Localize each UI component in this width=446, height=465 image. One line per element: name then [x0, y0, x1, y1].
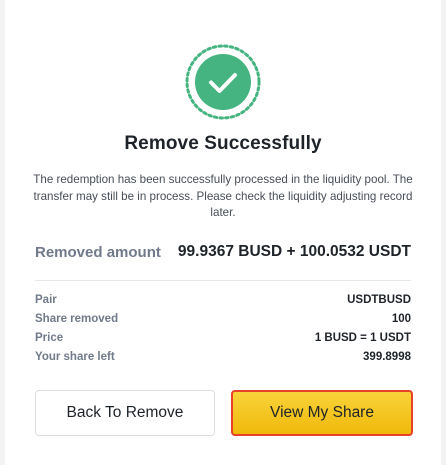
detail-value: 399.8998 — [363, 351, 411, 363]
detail-label: Your share left — [35, 351, 115, 363]
view-my-share-button[interactable]: View My Share — [231, 390, 413, 436]
removed-amount-value: 99.9367 BUSD + 100.0532 USDT — [177, 243, 411, 260]
detail-value: 100 — [391, 313, 411, 325]
detail-row-share-removed: Share removed 100 — [35, 313, 411, 332]
detail-row-price: Price 1 BUSD = 1 USDT — [35, 332, 411, 351]
back-to-remove-button[interactable]: Back To Remove — [35, 390, 215, 436]
detail-row-pair: Pair USDTBUSD — [35, 294, 411, 313]
dialog-description: The redemption has been successfully pro… — [33, 173, 413, 219]
removed-amount-label: Removed amount — [35, 244, 161, 261]
detail-label: Pair — [35, 294, 57, 306]
success-dialog: Remove Successfully The redemption has b… — [5, 0, 441, 465]
dialog-title: Remove Successfully — [124, 133, 322, 154]
detail-row-share-left: Your share left 399.8998 — [35, 351, 411, 370]
detail-value: USDTBUSD — [347, 294, 411, 306]
details-list: Pair USDTBUSD Share removed 100 Price 1 … — [35, 294, 411, 370]
detail-value: 1 BUSD = 1 USDT — [314, 332, 411, 344]
removed-amount-row: Removed amount 99.9367 BUSD + 100.0532 U… — [35, 242, 411, 264]
detail-label: Price — [35, 332, 64, 344]
detail-label: Share removed — [35, 313, 119, 325]
page-background: Remove Successfully The redemption has b… — [0, 0, 446, 465]
divider — [35, 280, 411, 281]
check-circle-icon — [185, 44, 261, 120]
